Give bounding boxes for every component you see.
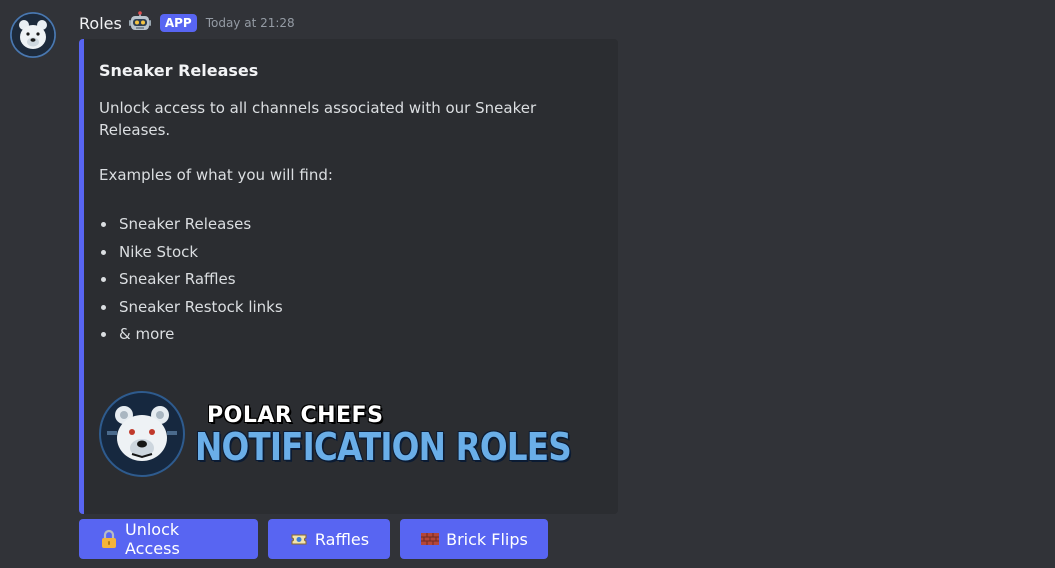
polar-bear-logo-icon (99, 391, 185, 477)
button-row: Unlock Access Raffles Brick Flips (79, 519, 548, 559)
app-badge: APP (159, 14, 197, 32)
username[interactable]: Roles (79, 14, 122, 33)
polar-bear-icon (10, 12, 56, 58)
embed-title: Sneaker Releases (99, 61, 259, 80)
embed-card: Sneaker Releases Unlock access to all ch… (79, 39, 618, 514)
brick-flips-label: Brick Flips (446, 529, 528, 549)
banner-title-large: NOTIFICATION ROLES (195, 425, 572, 469)
embed-description: Unlock access to all channels associated… (99, 99, 537, 139)
chat-message: Roles APP Today at 21:28 Sneaker Release… (0, 0, 1055, 568)
ticket-icon (289, 529, 309, 549)
list-item: Sneaker Restock links (99, 296, 283, 324)
timestamp: Today at 21:28 (205, 16, 295, 30)
embed-examples-intro: Examples of what you will find: (99, 166, 333, 184)
unlock-access-button[interactable]: Unlock Access (79, 519, 258, 559)
list-item: & more (99, 323, 283, 351)
raffles-button[interactable]: Raffles (268, 519, 390, 559)
list-item: Sneaker Releases (99, 213, 283, 241)
lock-icon (99, 529, 119, 549)
brick-icon (420, 529, 440, 549)
list-item: Sneaker Raffles (99, 268, 283, 296)
robot-icon (128, 11, 152, 35)
avatar[interactable] (10, 12, 56, 58)
brick-flips-button[interactable]: Brick Flips (400, 519, 548, 559)
raffles-label: Raffles (314, 529, 370, 549)
list-item: Nike Stock (99, 241, 283, 269)
banner-image[interactable]: POLAR CHEFS NOTIFICATION ROLES (99, 389, 579, 479)
unlock-access-label: Unlock Access (125, 520, 180, 558)
message-header: Roles APP Today at 21:28 (79, 10, 295, 36)
examples-list: Sneaker Releases Nike Stock Sneaker Raff… (99, 213, 283, 351)
